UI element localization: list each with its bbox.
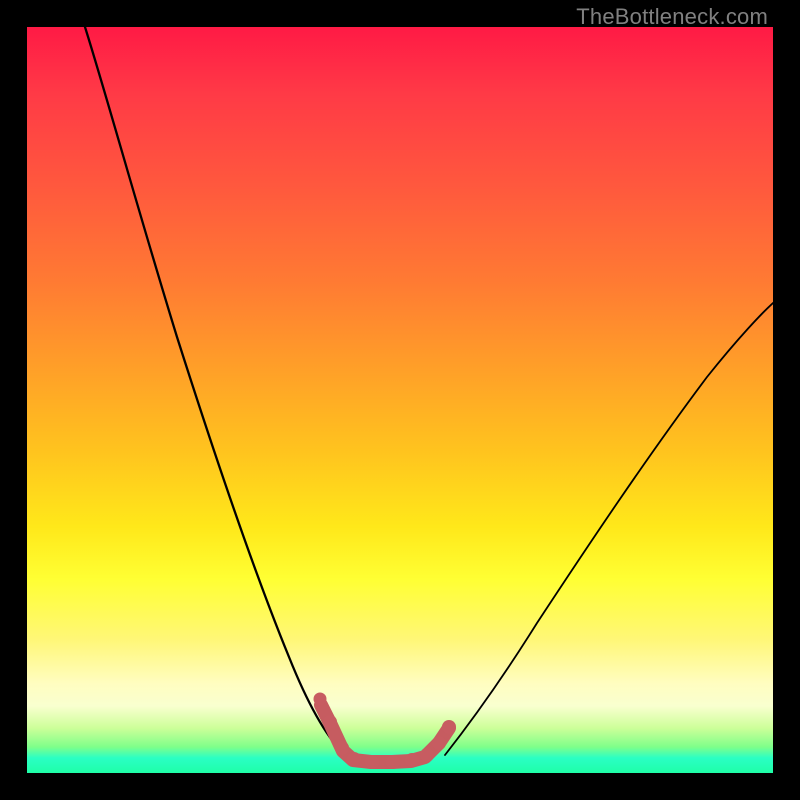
dot-6 [386, 755, 400, 769]
dot-9 [432, 736, 446, 750]
dot-3 [335, 741, 349, 755]
curve-left [85, 27, 343, 753]
plot-area [27, 27, 773, 773]
dot-1 [314, 693, 327, 706]
curve-right [445, 303, 773, 755]
watermark-text: TheBottleneck.com [576, 4, 768, 30]
dot-5 [365, 755, 379, 769]
dot-2 [323, 715, 337, 729]
dot-8 [420, 748, 434, 762]
dot-10 [442, 720, 456, 734]
dot-4 [347, 752, 361, 766]
chart-frame: TheBottleneck.com [0, 0, 800, 800]
dot-7 [405, 753, 419, 767]
curve-svg [27, 27, 773, 773]
